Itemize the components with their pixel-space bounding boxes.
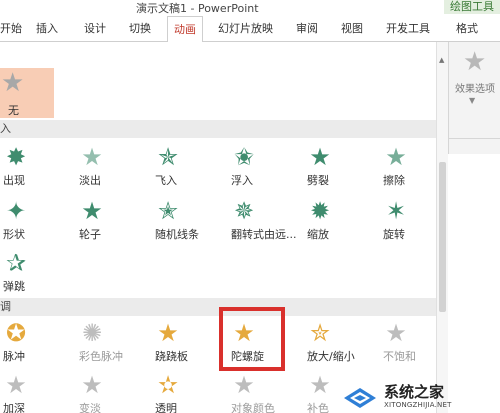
animation-label: 淡出 xyxy=(79,174,101,187)
animation-item-random-bars[interactable]: ✭ 随机线条 xyxy=(155,198,227,244)
animation-label: 跷跷板 xyxy=(155,350,188,363)
effect-options-group: ★ 效果选项 ▼ xyxy=(448,42,500,154)
animation-label: 旋转 xyxy=(383,228,405,241)
animation-item-wheel[interactable]: ★ 轮子 xyxy=(79,198,151,244)
animation-label: 出现 xyxy=(3,174,25,187)
animation-label: 对象颜色 xyxy=(231,402,275,413)
animation-none-tile[interactable]: ★ 无 xyxy=(0,68,54,118)
gallery-scrollbar[interactable]: ▲ xyxy=(436,42,448,413)
animation-item-color-pulse[interactable]: ✺ 彩色脉冲 xyxy=(79,320,151,366)
tab-developer[interactable]: 开发工具 xyxy=(386,20,430,36)
animation-item-shape[interactable]: ✦ 形状 xyxy=(3,198,75,244)
animation-item-lighten[interactable]: ★ 变淡 xyxy=(79,372,151,413)
star-split-icon: ★ xyxy=(309,143,331,171)
star-lighten-icon: ★ xyxy=(81,371,103,399)
star-grow-icon: ✮ xyxy=(309,319,331,347)
animation-label: 飞入 xyxy=(155,174,177,187)
title-bar: 演示文稿1 - PowerPoint 绘图工具 xyxy=(0,0,500,17)
effect-options-icon[interactable]: ★ xyxy=(463,48,486,76)
watermark: 系统之家 XITONGZHIJIA.NET xyxy=(338,380,500,413)
animation-label: 彩色脉冲 xyxy=(79,350,123,363)
star-desaturate-icon: ★ xyxy=(385,319,407,347)
animation-label: 脉冲 xyxy=(3,350,25,363)
animation-item-float-in[interactable]: ✬ 浮入 xyxy=(231,144,303,190)
animation-label: 加深 xyxy=(3,402,25,413)
animation-item-flip[interactable]: ✵ 翻转式由远... xyxy=(231,198,303,244)
tab-insert[interactable]: 插入 xyxy=(36,20,58,36)
scroll-up-icon[interactable]: ▲ xyxy=(439,56,444,64)
animation-label: 不饱和 xyxy=(383,350,416,363)
star-none-icon: ★ xyxy=(1,68,25,98)
star-swivel-icon: ✶ xyxy=(385,197,407,225)
star-color-pulse-icon: ✺ xyxy=(81,319,103,347)
animation-item-appear[interactable]: ✸ 出现 xyxy=(3,144,75,190)
animation-label: 缩放 xyxy=(307,228,329,241)
animation-item-transparency[interactable]: ✫ 透明 xyxy=(155,372,227,413)
animation-label: 翻转式由远... xyxy=(231,228,297,241)
highlight-box xyxy=(219,307,285,371)
chevron-down-icon[interactable]: ▼ xyxy=(469,96,475,105)
animation-item-grow-shrink[interactable]: ✮ 放大/缩小 xyxy=(307,320,379,366)
star-burst-icon: ✸ xyxy=(5,143,27,171)
animation-item-darken[interactable]: ★ 加深 xyxy=(3,372,75,413)
tab-design[interactable]: 设计 xyxy=(84,20,106,36)
tab-animations[interactable]: 动画 xyxy=(167,16,203,43)
star-complementary-icon: ★ xyxy=(309,371,331,399)
scrollbar-thumb[interactable] xyxy=(439,162,446,312)
animation-item-fade[interactable]: ★ 淡出 xyxy=(79,144,151,190)
tab-slideshow[interactable]: 幻灯片放映 xyxy=(218,20,273,36)
star-fade-icon: ★ xyxy=(81,143,103,171)
section-header-emphasis: 调 xyxy=(0,298,436,316)
tab-home[interactable]: 开始 xyxy=(0,20,22,36)
star-wheel-icon: ★ xyxy=(81,197,103,225)
animation-item-teeter[interactable]: ★ 跷跷板 xyxy=(155,320,227,366)
animation-item-split[interactable]: ★ 劈裂 xyxy=(307,144,379,190)
tab-review[interactable]: 审阅 xyxy=(296,20,318,36)
animation-label: 形状 xyxy=(3,228,25,241)
star-object-color-icon: ★ xyxy=(233,371,255,399)
animation-label: 弹跳 xyxy=(3,280,25,293)
animation-label: 轮子 xyxy=(79,228,101,241)
star-shape-icon: ✦ xyxy=(5,197,27,225)
star-teeter-icon: ★ xyxy=(157,319,179,347)
animation-item-bounce[interactable]: ✰ 弹跳 xyxy=(3,250,75,296)
star-pulse-icon: ✪ xyxy=(5,319,27,347)
star-wipe-icon: ★ xyxy=(385,143,407,171)
watermark-url: XITONGZHIJIA.NET xyxy=(384,401,452,409)
animation-item-object-color[interactable]: ★ 对象颜色 xyxy=(231,372,303,413)
animation-label: 透明 xyxy=(155,402,177,413)
animation-item-zoom[interactable]: ✹ 缩放 xyxy=(307,198,379,244)
tab-view[interactable]: 视图 xyxy=(341,20,363,36)
animation-item-pulse[interactable]: ✪ 脉冲 xyxy=(3,320,75,366)
tab-format[interactable]: 格式 xyxy=(456,20,478,36)
effect-options-label[interactable]: 效果选项 xyxy=(455,80,495,95)
animation-label: 浮入 xyxy=(231,174,253,187)
animation-label: 随机线条 xyxy=(155,228,199,241)
ribbon-tab-bar: 开始 插入 设计 切换 动画 幻灯片放映 审阅 视图 开发工具 格式 xyxy=(0,14,500,43)
star-bounce-icon: ✰ xyxy=(5,249,27,277)
star-zoom-icon: ✹ xyxy=(309,197,331,225)
star-darken-icon: ★ xyxy=(5,371,27,399)
animation-none-label: 无 xyxy=(8,104,19,117)
star-flip-icon: ✵ xyxy=(233,197,255,225)
divider xyxy=(449,138,500,139)
animation-label: 劈裂 xyxy=(307,174,329,187)
animation-label: 变淡 xyxy=(79,402,101,413)
animation-label: 补色 xyxy=(307,402,329,413)
star-lines-icon: ✭ xyxy=(157,197,179,225)
section-header-entrance: 入 xyxy=(0,120,436,138)
watermark-text: 系统之家 xyxy=(384,383,445,401)
tab-transitions[interactable]: 切换 xyxy=(129,20,151,36)
animation-label: 擦除 xyxy=(383,174,405,187)
watermark-logo-icon xyxy=(344,388,376,408)
star-flyin-icon: ✯ xyxy=(157,143,179,171)
star-transparency-icon: ✫ xyxy=(157,371,179,399)
animation-item-fly-in[interactable]: ✯ 飞入 xyxy=(155,144,227,190)
animation-label: 放大/缩小 xyxy=(307,350,355,363)
star-float-icon: ✬ xyxy=(233,143,255,171)
